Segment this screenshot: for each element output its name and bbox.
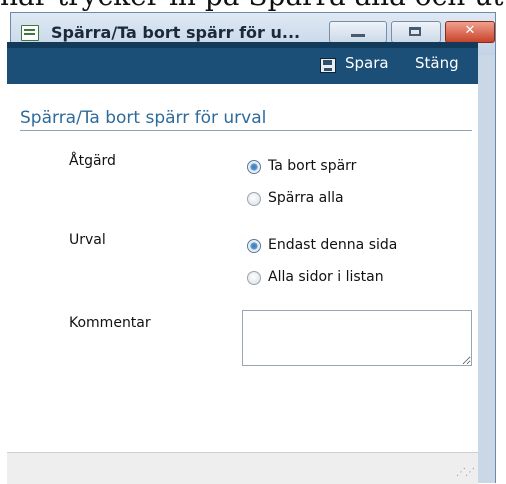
- radio-option-label: Spärra alla: [268, 190, 344, 206]
- radio-button-unchecked[interactable]: [247, 192, 261, 206]
- radio-option-label: Alla sidor i listan: [268, 269, 384, 285]
- radio-option-label: Ta bort spärr: [268, 158, 357, 174]
- radio-button-checked[interactable]: [247, 160, 261, 174]
- radio-button-unchecked[interactable]: [247, 271, 261, 285]
- form-content: Spärra/Ta bort spärr för urval Åtgärd Ta…: [7, 84, 478, 452]
- maximize-button[interactable]: [391, 21, 441, 43]
- resize-grip-icon[interactable]: ⋰⋰: [456, 467, 475, 478]
- form-window-icon: [21, 25, 39, 41]
- status-bar: ⋰⋰: [7, 452, 478, 484]
- radio-option-label: Endast denna sida: [268, 237, 398, 253]
- action-label: Åtgärd: [69, 153, 116, 169]
- save-floppy-icon[interactable]: [320, 58, 336, 73]
- close-button[interactable]: Stäng: [415, 54, 459, 72]
- window-title: Spärra/Ta bort spärr för u...: [51, 23, 301, 42]
- save-button[interactable]: Spara: [345, 54, 389, 72]
- comment-textarea[interactable]: [242, 310, 472, 366]
- selection-label: Urval: [69, 232, 106, 248]
- minimize-button[interactable]: [329, 21, 387, 43]
- comment-label: Kommentar: [69, 315, 151, 331]
- toolbar: Spara Stäng: [7, 42, 478, 84]
- section-divider: [20, 130, 472, 131]
- radio-button-checked[interactable]: [247, 239, 261, 253]
- close-window-button[interactable]: [445, 21, 495, 43]
- section-title: Spärra/Ta bort spärr för urval: [20, 108, 267, 128]
